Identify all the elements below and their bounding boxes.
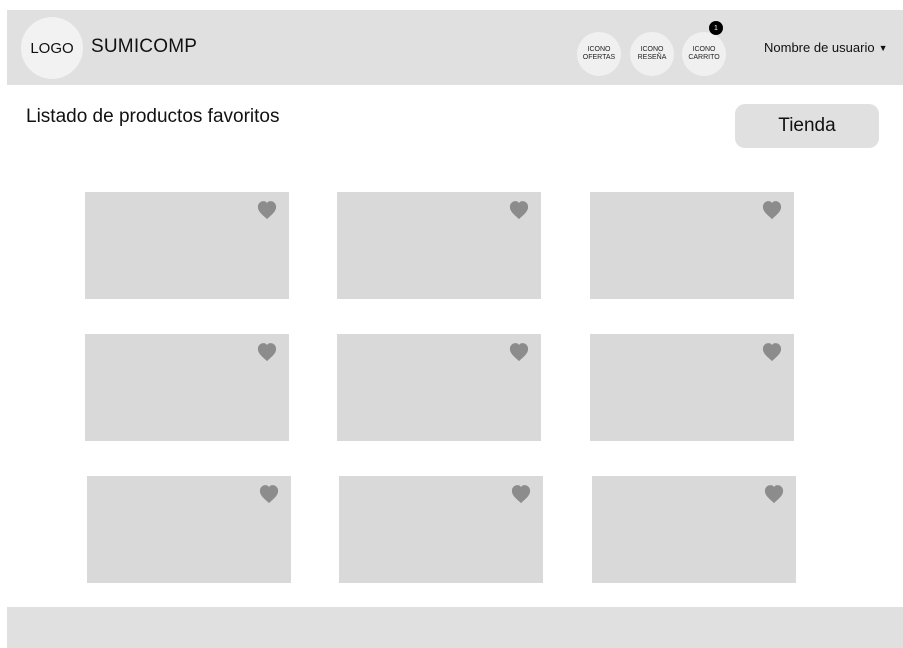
footer-bar xyxy=(7,607,903,648)
heart-icon[interactable] xyxy=(761,200,783,220)
logo[interactable]: LOGO xyxy=(21,17,83,79)
cart-icon[interactable]: ICONO CARRITO xyxy=(682,32,726,76)
product-card[interactable] xyxy=(85,334,289,441)
product-card[interactable] xyxy=(87,476,291,583)
page-title: Listado de productos favoritos xyxy=(26,106,280,127)
heart-icon[interactable] xyxy=(258,484,280,504)
user-name: Nombre de usuario xyxy=(764,40,875,55)
heart-icon[interactable] xyxy=(256,342,278,362)
product-card[interactable] xyxy=(339,476,543,583)
chevron-down-icon: ▼ xyxy=(878,42,888,53)
product-card[interactable] xyxy=(337,334,541,441)
heart-icon[interactable] xyxy=(763,484,785,504)
review-icon[interactable]: ICONO RESEÑA xyxy=(630,32,674,76)
product-card[interactable] xyxy=(590,334,794,441)
cart-count-badge: 1 xyxy=(709,21,723,35)
heart-icon[interactable] xyxy=(256,200,278,220)
product-card[interactable] xyxy=(590,192,794,299)
product-card[interactable] xyxy=(592,476,796,583)
offers-icon[interactable]: ICONO OFERTAS xyxy=(577,32,621,76)
heart-icon[interactable] xyxy=(508,342,530,362)
heart-icon[interactable] xyxy=(508,200,530,220)
header-bar: LOGO SUMICOMP ICONO OFERTAS ICONO RESEÑA… xyxy=(7,10,903,85)
brand-name: SUMICOMP xyxy=(91,36,198,57)
product-card[interactable] xyxy=(85,192,289,299)
product-card[interactable] xyxy=(337,192,541,299)
heart-icon[interactable] xyxy=(761,342,783,362)
heart-icon[interactable] xyxy=(510,484,532,504)
store-button[interactable]: Tienda xyxy=(735,104,879,148)
user-menu[interactable]: Nombre de usuario ▼ xyxy=(764,40,887,55)
